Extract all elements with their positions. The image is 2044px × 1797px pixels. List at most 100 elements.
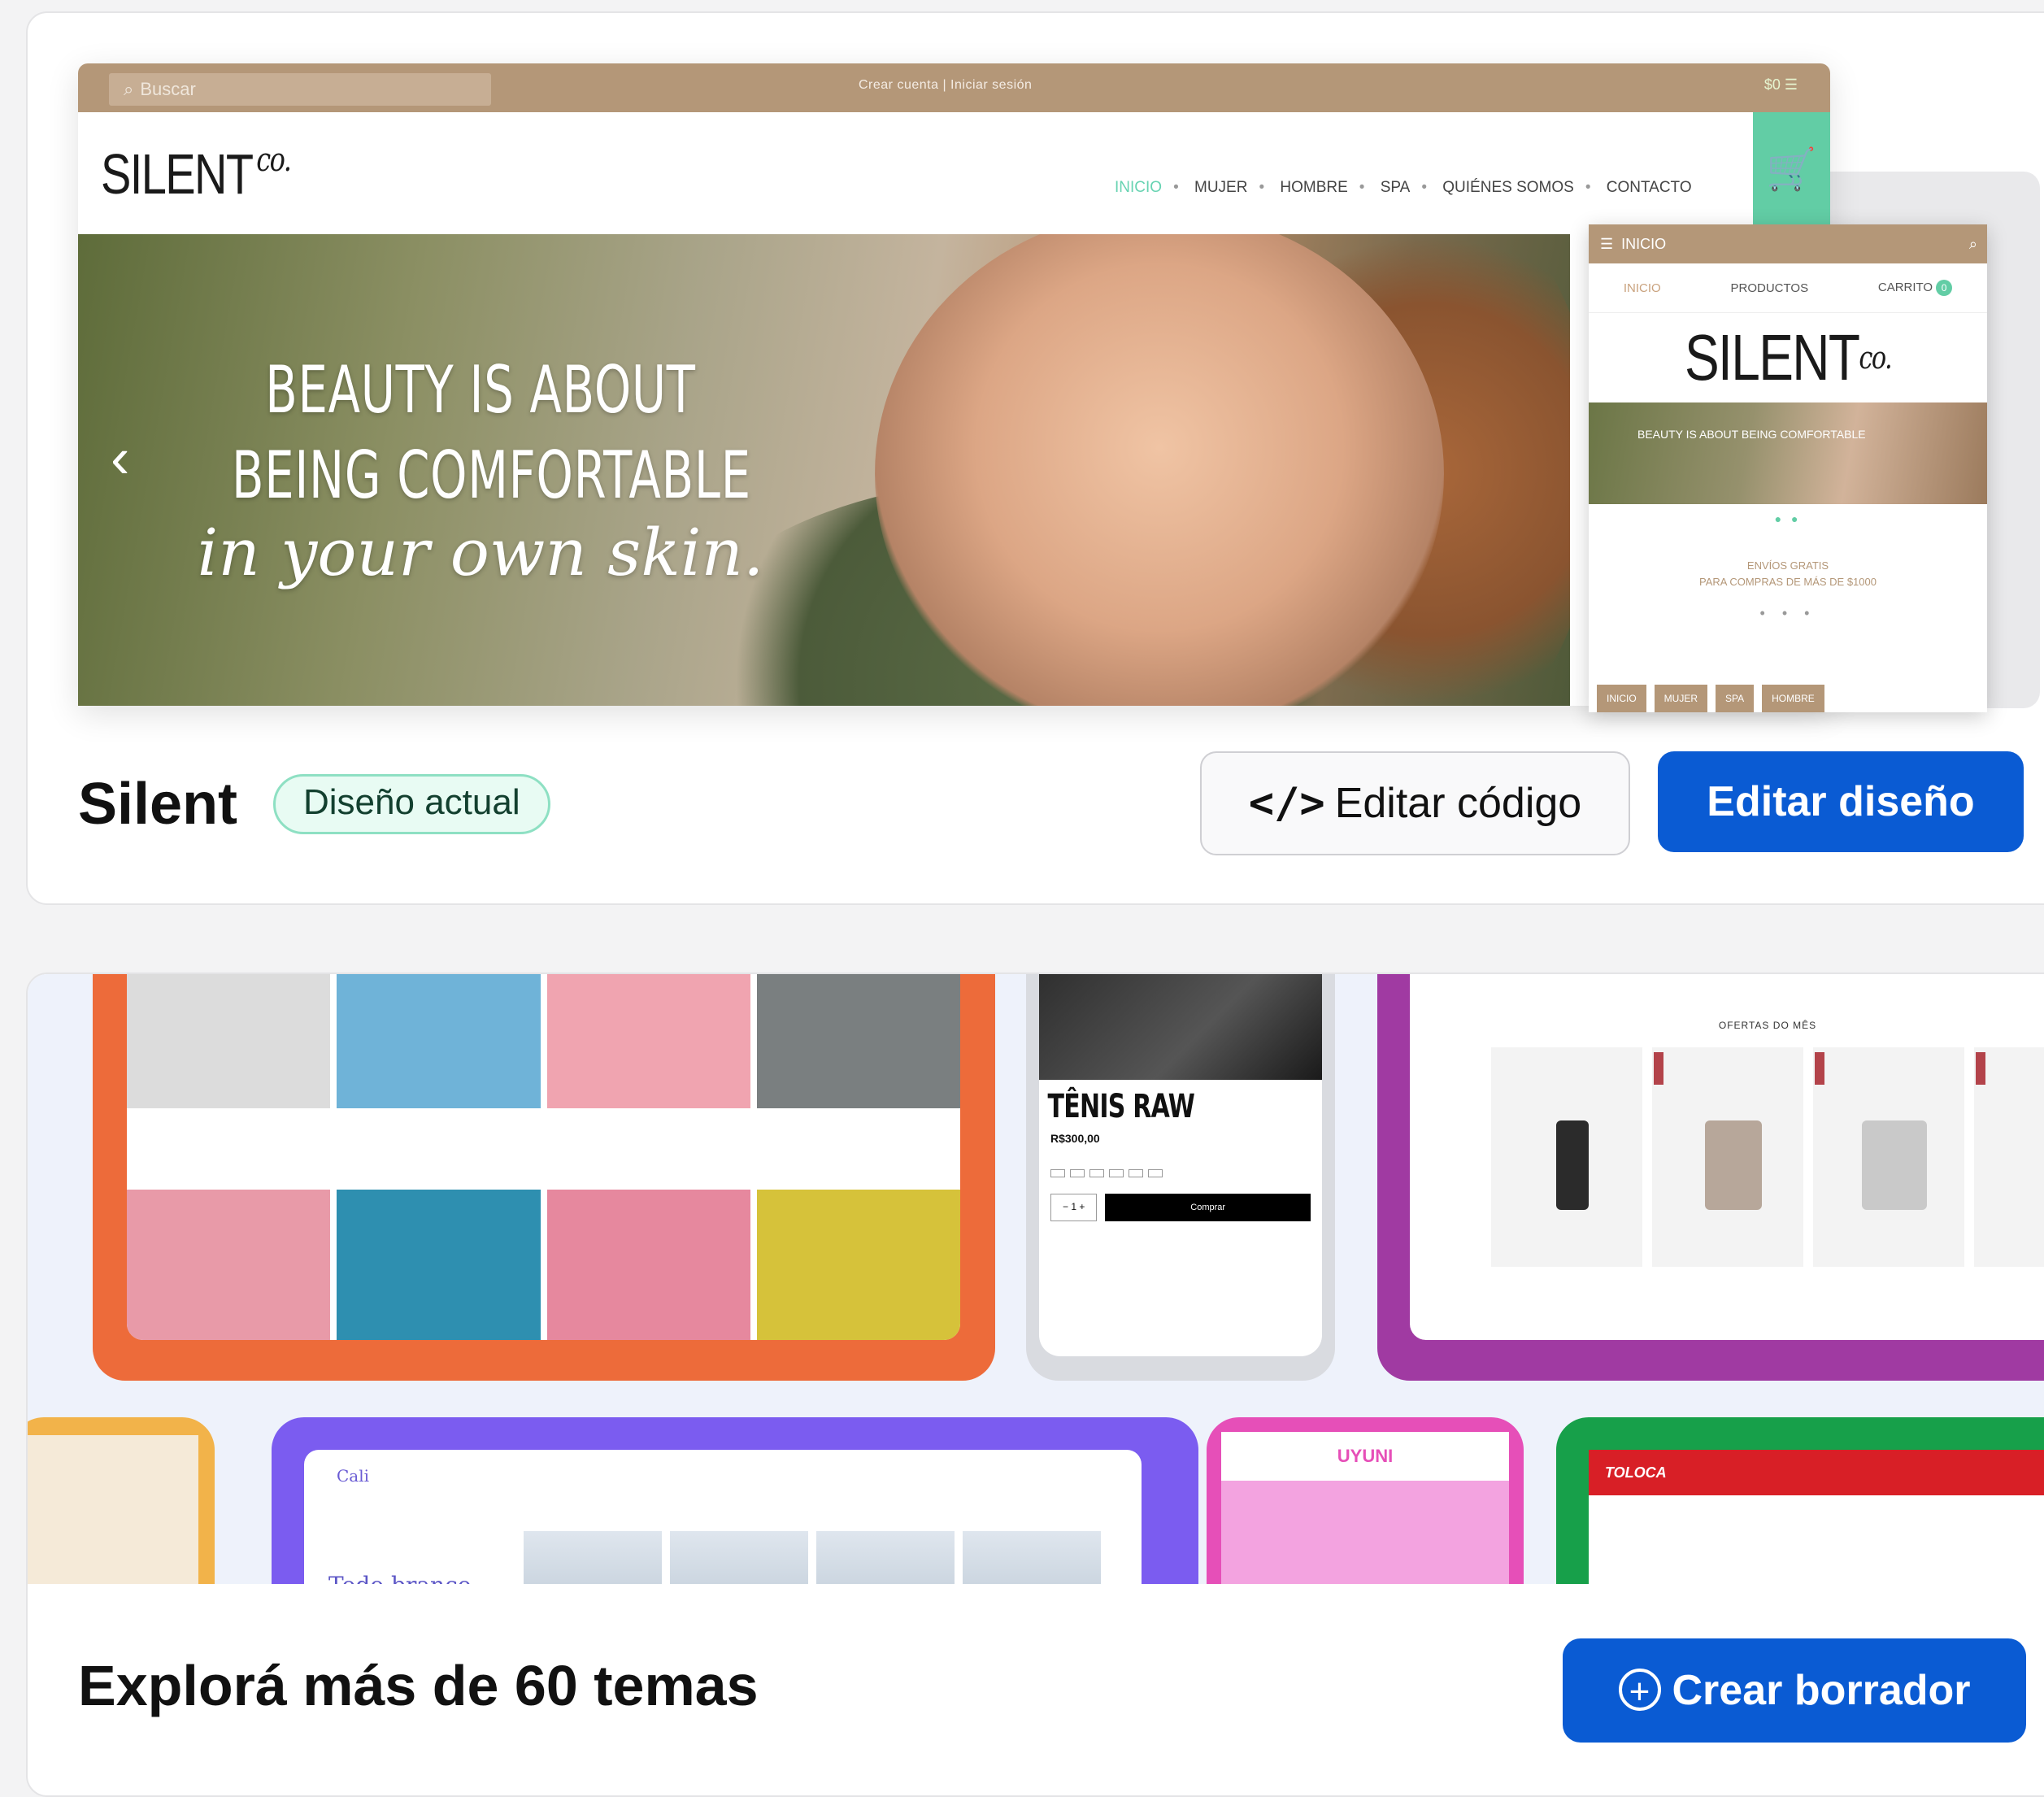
nav-item-contacto: CONTACTO: [1606, 179, 1692, 196]
cart-count-badge: 0: [1936, 280, 1953, 296]
themes-collage[interactable]: TÊNIS RAW R$300,00 − 1 + Comprar OFERTAS …: [28, 974, 2044, 1584]
thumb-screen: TOLOCA: [1589, 1450, 2044, 1584]
mobile-tab-carrito-label: CARRITO: [1877, 281, 1933, 294]
product-card: [1652, 1047, 1803, 1267]
current-theme-card: ⌕ Buscar Crear cuenta | Iniciar sesión $0…: [26, 11, 2044, 905]
theme-thumb-uyuni[interactable]: UYUNI: [1207, 1417, 1524, 1584]
product-caption: [546, 1108, 750, 1190]
cart-icon: 🛒: [1753, 112, 1830, 234]
toloca-logo: TOLOCA: [1605, 1464, 1667, 1481]
product-caption-row: [127, 1108, 960, 1190]
explore-themes-card: TÊNIS RAW R$300,00 − 1 + Comprar OFERTAS …: [26, 972, 2044, 1797]
hero-line-1: BEAUTY IS ABOUT: [265, 352, 696, 428]
shipping-title: ENVÍOS GRATIS: [1746, 559, 1829, 572]
mobile-hero: BEAUTY IS ABOUT BEING COMFORTABLE: [1589, 402, 1987, 504]
thumb-screen: [127, 974, 960, 1340]
mobile-chip: HOMBRE: [1762, 685, 1824, 712]
product-image: [546, 974, 750, 1108]
preview-logo: SILENT co.: [101, 141, 292, 207]
mobile-logo-suffix: co.: [1859, 340, 1892, 376]
product-image: [756, 974, 960, 1108]
create-draft-button[interactable]: + Crear borrador: [1563, 1638, 2026, 1743]
preview-topbar-right: $0 ☰: [1763, 76, 1798, 93]
edit-code-label: Editar código: [1334, 780, 1582, 827]
size-options: [1039, 1145, 1322, 1177]
search-icon: ⌕: [124, 79, 134, 99]
nav-item-spa: SPA: [1380, 179, 1411, 196]
theme-thumb-toloca[interactable]: TOLOCA: [1556, 1417, 2044, 1584]
mobile-tab-inicio: INICIO: [1623, 281, 1661, 295]
mobile-dots: • • •: [1759, 605, 1816, 621]
thumb-screen: OFERTAS DO MÊS: [1410, 974, 2044, 1340]
desktop-preview: ⌕ Buscar Crear cuenta | Iniciar sesión $0…: [78, 63, 1830, 706]
sneaker-title: TÊNIS RAW: [1047, 1088, 1195, 1125]
product-image: [337, 1190, 541, 1340]
cali-heading: Todo branco: [328, 1572, 472, 1584]
thumb-screen: UYUNI: [1221, 1432, 1509, 1584]
logo-suffix: co.: [256, 141, 292, 179]
status-badge: Diseño actual: [273, 774, 550, 834]
product-caption: [756, 1108, 960, 1190]
uyuni-logo: UYUNI: [1221, 1432, 1509, 1481]
theme-thumb-sneakers[interactable]: TÊNIS RAW R$300,00 − 1 + Comprar: [1026, 974, 1335, 1381]
shipping-subtitle: PARA COMPRAS DE MÁS DE $1000: [1699, 576, 1877, 588]
edit-code-button[interactable]: </> Editar código: [1200, 751, 1630, 855]
preview-search: ⌕ Buscar: [109, 73, 491, 106]
mobile-chip: SPA: [1716, 685, 1755, 712]
nav-item-mujer: MUJER: [1194, 179, 1248, 196]
theme-thumb-cali[interactable]: Cali Todo branco: [272, 1417, 1198, 1584]
theme-thumb-pets[interactable]: [28, 1417, 215, 1584]
mobile-tabs: INICIO PRODUCTOS CARRITO 0: [1589, 263, 1987, 313]
product-image: [127, 1190, 331, 1340]
edit-design-button[interactable]: Editar diseño: [1658, 751, 2024, 852]
create-draft-label: Crear borrador: [1672, 1667, 1971, 1714]
mobile-tab-carrito: CARRITO 0: [1877, 280, 1953, 296]
menu-icon: ☰: [1600, 236, 1614, 252]
preview-nav: INICIO • MUJER • HOMBRE • SPA • QUIÉNES SOMO…: [1115, 179, 1692, 196]
preview-topbar: ⌕ Buscar Crear cuenta | Iniciar sesión $0…: [78, 63, 1830, 112]
buy-row: − 1 + Comprar: [1039, 1177, 1322, 1221]
mobile-hero-dots: ● ●: [1774, 512, 1802, 525]
mobile-menu-label: INICIO: [1621, 236, 1667, 252]
nav-item-hombre: HOMBRE: [1280, 179, 1348, 196]
hero-face-shape: [875, 234, 1444, 706]
mobile-tab-productos: PRODUCTOS: [1730, 281, 1809, 295]
quantity-stepper: − 1 +: [1050, 1194, 1098, 1221]
plus-circle-icon: +: [1618, 1669, 1661, 1712]
product-image: [337, 974, 541, 1108]
theme-name: Silent: [78, 772, 238, 837]
preview-account-links: Crear cuenta | Iniciar sesión: [859, 78, 1033, 92]
product-card: [1974, 1047, 2044, 1267]
product-grid: [127, 1190, 960, 1340]
mobile-preview: ☰ INICIO ⌕ INICIO PRODUCTOS CARRITO 0 SILEN…: [1589, 224, 1987, 712]
mobile-logo-text: SILENT: [1684, 321, 1860, 394]
mobile-chip: MUJER: [1654, 685, 1708, 712]
nav-item-inicio: INICIO: [1115, 179, 1163, 196]
product-grid: [127, 974, 960, 1108]
cali-models: [524, 1531, 1101, 1584]
hero-line-2: BEING COMFORTABLE: [232, 437, 751, 513]
mobile-topbar: ☰ INICIO ⌕: [1589, 224, 1987, 263]
theme-thumb-cosmetics[interactable]: OFERTAS DO MÊS: [1377, 974, 2044, 1381]
product-caption: [337, 1108, 541, 1190]
logo-text: SILENT: [101, 142, 254, 206]
product-card: [1491, 1047, 1642, 1267]
sneaker-image: [1039, 974, 1322, 1080]
mobile-shipping: ENVÍOS GRATIS PARA COMPRAS DE MÁS DE $100…: [1589, 558, 1987, 590]
mobile-chip: INICIO: [1597, 685, 1646, 712]
thumb-screen: Cali Todo branco: [304, 1450, 1142, 1584]
product-image: [127, 974, 331, 1108]
nav-item-quienes: QUIÉNES SOMOS: [1442, 179, 1574, 196]
thumb-screen: TÊNIS RAW R$300,00 − 1 + Comprar: [1039, 974, 1322, 1356]
preview-hero: ‹ BEAUTY IS ABOUT BEING COMFORTABLE in y…: [78, 234, 1570, 706]
mobile-chips: INICIO MUJER SPA HOMBRE: [1597, 685, 1824, 712]
product-caption: [127, 1108, 331, 1190]
cosmetics-products: [1410, 1031, 2044, 1267]
theme-thumb-fashion[interactable]: [93, 974, 995, 1381]
offers-heading: OFERTAS DO MÊS: [1718, 1020, 1817, 1031]
mobile-hero-text: BEAUTY IS ABOUT BEING COMFORTABLE: [1637, 428, 1866, 441]
preview-search-text: Buscar: [140, 79, 196, 99]
product-image: [546, 1190, 750, 1340]
product-card: [1813, 1047, 1964, 1267]
explore-title: Explorá más de 60 temas: [78, 1654, 759, 1717]
